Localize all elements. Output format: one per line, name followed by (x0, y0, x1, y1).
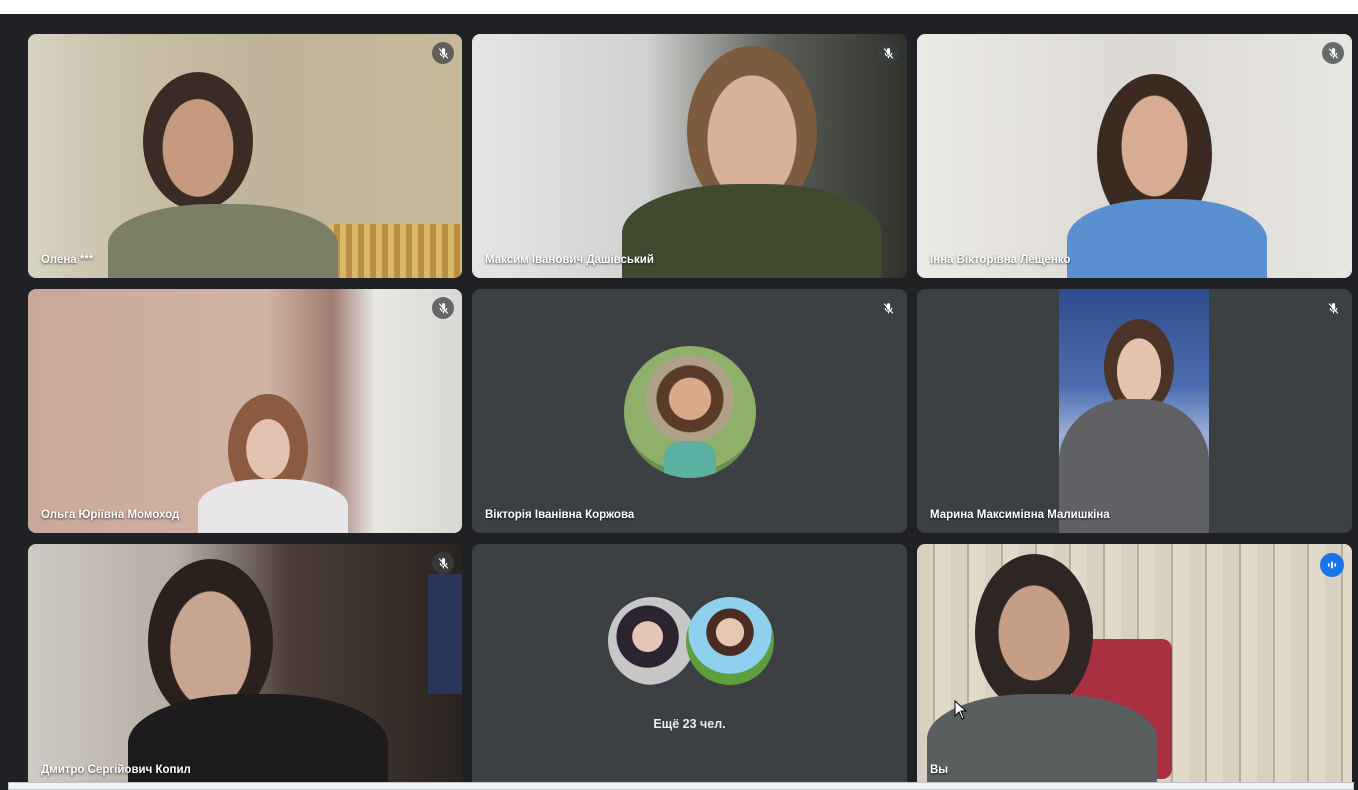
self-tile[interactable]: Вы (917, 544, 1352, 788)
participant-name: Інна Вікторівна Лещенко (930, 254, 1071, 266)
mouse-cursor-icon (954, 700, 968, 720)
muted-mic-icon (432, 552, 454, 574)
participant-tile[interactable]: Вікторія Іванівна Коржова (472, 289, 907, 533)
avatar (624, 346, 756, 478)
browser-top-strip (0, 0, 1358, 14)
participant-name: Вы (930, 764, 949, 776)
speaking-indicator-icon (1320, 553, 1344, 577)
video-feed (28, 544, 462, 788)
participant-grid: Олена *** Максим Іванович Дашівський Інн… (28, 34, 1352, 788)
muted-mic-icon (432, 42, 454, 64)
participant-name: Олена *** (41, 254, 94, 266)
participant-tile[interactable]: Марина Максимівна Малишкіна (917, 289, 1352, 533)
participant-tile[interactable]: Дмитро Сергійович Копил (28, 544, 462, 788)
video-feed (472, 34, 907, 278)
participant-name: Максим Іванович Дашівський (485, 254, 654, 266)
video-feed (28, 289, 462, 533)
bottom-toolbar-edge (8, 782, 1354, 790)
video-feed (1059, 289, 1209, 533)
participant-tile[interactable]: Максим Іванович Дашівський (472, 34, 907, 278)
participant-tile[interactable]: Ольга Юріївна Момоход (28, 289, 462, 533)
video-feed (28, 34, 462, 278)
participant-tile[interactable]: Інна Вікторівна Лещенко (917, 34, 1352, 278)
avatar (608, 597, 696, 685)
avatar (686, 597, 774, 685)
muted-mic-icon (877, 42, 899, 64)
video-feed (917, 34, 1352, 278)
video-feed (917, 544, 1352, 788)
participant-name: Вікторія Іванівна Коржова (485, 509, 635, 521)
participant-name: Дмитро Сергійович Копил (41, 764, 191, 776)
participant-tile[interactable]: Олена *** (28, 34, 462, 278)
muted-mic-icon (1322, 297, 1344, 319)
muted-mic-icon (877, 297, 899, 319)
more-participants-label: Ещё 23 чел. (653, 717, 726, 731)
more-participants-tile[interactable]: Ещё 23 чел. (472, 544, 907, 788)
participant-name: Марина Максимівна Малишкіна (930, 509, 1110, 521)
participant-name: Ольга Юріївна Момоход (41, 509, 180, 521)
muted-mic-icon (432, 297, 454, 319)
muted-mic-icon (1322, 42, 1344, 64)
